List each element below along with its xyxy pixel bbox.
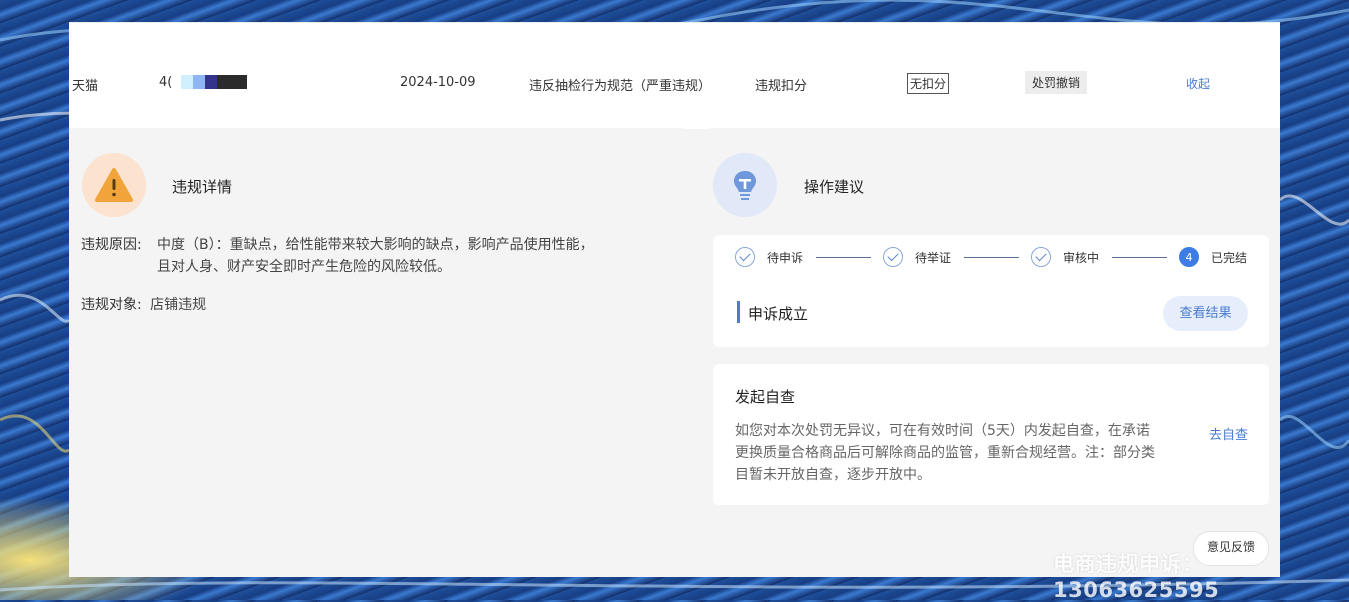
advice-section: 操作建议 待申诉 待举证 审核中 4 已完结 申诉成立 查看结果 发起自查 如您… [709,128,1280,577]
step-2: 待举证 [883,247,951,267]
progress-panel: 待申诉 待举证 审核中 4 已完结 申诉成立 查看结果 [713,235,1269,347]
result-accent-bar [737,301,740,323]
id-prefix-cell: 4( [159,75,173,90]
violation-row: 天猫 4( 2024-10-09 违反抽检行为规范（严重违规） 违规扣分 无扣分… [69,22,1280,129]
advice-title: 操作建议 [804,178,865,196]
lightbulb-icon [713,153,777,217]
target-value: 店铺违规 [150,297,207,313]
violation-details-section: 违规详情 违规原因: 中度（B）：重缺点，给性能带来较大影响的缺点，影响产品使用… [69,128,684,577]
step-label: 已完结 [1211,250,1248,265]
self-check-description: 如您对本次处罚无异议，可在有效时间（5天）内发起自查，在承诺更换质量合格商品后可… [735,423,1155,483]
step-1: 待申诉 [735,247,803,267]
self-check-panel: 发起自查 如您对本次处罚无异议，可在有效时间（5天）内发起自查，在承诺更换质量合… [713,364,1269,505]
check-icon [1031,247,1051,267]
warning-icon [82,153,146,217]
view-result-button[interactable]: 查看结果 [1163,296,1248,331]
step-label: 待申诉 [767,250,804,265]
penalty-type-cell: 违规扣分 [755,79,808,94]
self-check-title: 发起自查 [735,388,796,406]
progress-steps: 待申诉 待举证 审核中 4 已完结 [713,235,1269,283]
collapse-link[interactable]: 收起 [1186,75,1210,92]
check-icon [883,247,903,267]
step-label: 审核中 [1063,250,1100,265]
watermark-text: 电商违规申诉：13063625595 [1053,552,1220,602]
check-icon [735,247,755,267]
date-cell: 2024-10-09 [400,75,476,90]
step-connector [816,257,871,258]
status-tag: 处罚撤销 [1025,71,1088,94]
violation-type-cell: 违反抽检行为规范（严重违规） [529,79,712,94]
reason-label: 违规原因: [81,237,142,253]
reason-row: 违规原因: 中度（B）：重缺点，给性能带来较大影响的缺点，影响产品使用性能， 且… [81,234,594,275]
step-connector [964,257,1019,258]
step-label: 待举证 [915,250,952,265]
step-3: 审核中 [1031,247,1099,267]
violation-card: 天猫 4( 2024-10-09 违反抽检行为规范（严重违规） 违规扣分 无扣分… [69,22,1280,577]
deduction-tag: 无扣分 [907,73,950,94]
details-title: 违规详情 [172,178,233,196]
start-self-check-link[interactable]: 去自查 [1209,424,1248,443]
step-4: 4 已完结 [1179,247,1247,267]
step-connector [1112,257,1167,258]
result-text: 申诉成立 [748,305,809,323]
reason-value-line2: 且对人身、财产安全即时产生危险的风险较低。 [157,259,451,275]
reason-value-line1: 中度（B）：重缺点，给性能带来较大影响的缺点，影响产品使用性能， [157,237,594,253]
target-row: 违规对象: 店铺违规 [81,294,206,316]
platform-cell: 天猫 [72,79,99,94]
step-number-badge: 4 [1179,247,1199,267]
target-label: 违规对象: [81,297,142,313]
masked-id [181,75,247,89]
